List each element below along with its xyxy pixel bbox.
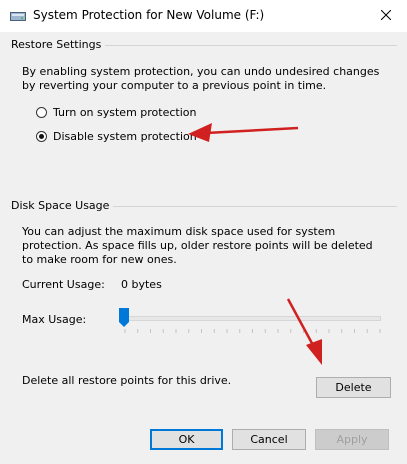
disable-protection-label: Disable system protection <box>53 129 197 143</box>
max-usage-label: Max Usage: <box>22 313 87 326</box>
ok-button[interactable]: OK <box>150 429 223 450</box>
turn-on-protection-label: Turn on system protection <box>53 105 197 119</box>
delete-restore-points-text: Delete all restore points for this drive… <box>22 374 232 387</box>
annotation-arrow-icon <box>188 123 299 142</box>
window-title: System Protection for New Volume (F:) <box>33 8 265 22</box>
disable-protection-radio[interactable]: Disable system protection <box>36 128 197 144</box>
delete-button[interactable]: Delete <box>316 377 391 398</box>
annotation-arrow-icon <box>286 298 322 365</box>
radio-unchecked-icon <box>36 106 47 118</box>
close-icon <box>381 10 391 20</box>
drive-shield-icon <box>10 12 26 21</box>
current-usage-label: Current Usage: <box>22 278 105 291</box>
apply-button[interactable]: Apply <box>315 429 389 450</box>
disk-space-label: Disk Space Usage <box>11 199 114 212</box>
restore-settings-description: By enabling system protection, you can u… <box>22 65 380 92</box>
slider-thumb[interactable] <box>119 308 129 327</box>
slider-ticks <box>124 329 381 333</box>
title-bar: System Protection for New Volume (F:) <box>0 0 407 32</box>
close-button[interactable] <box>371 2 401 28</box>
turn-on-protection-radio[interactable]: Turn on system protection <box>36 104 196 120</box>
restore-settings-label: Restore Settings <box>11 38 106 51</box>
slider-track <box>124 316 381 321</box>
radio-checked-icon <box>36 130 47 142</box>
disk-space-description: You can adjust the maximum disk space us… <box>22 225 373 266</box>
current-usage-value: 0 bytes <box>121 278 162 291</box>
cancel-button[interactable]: Cancel <box>232 429 306 450</box>
